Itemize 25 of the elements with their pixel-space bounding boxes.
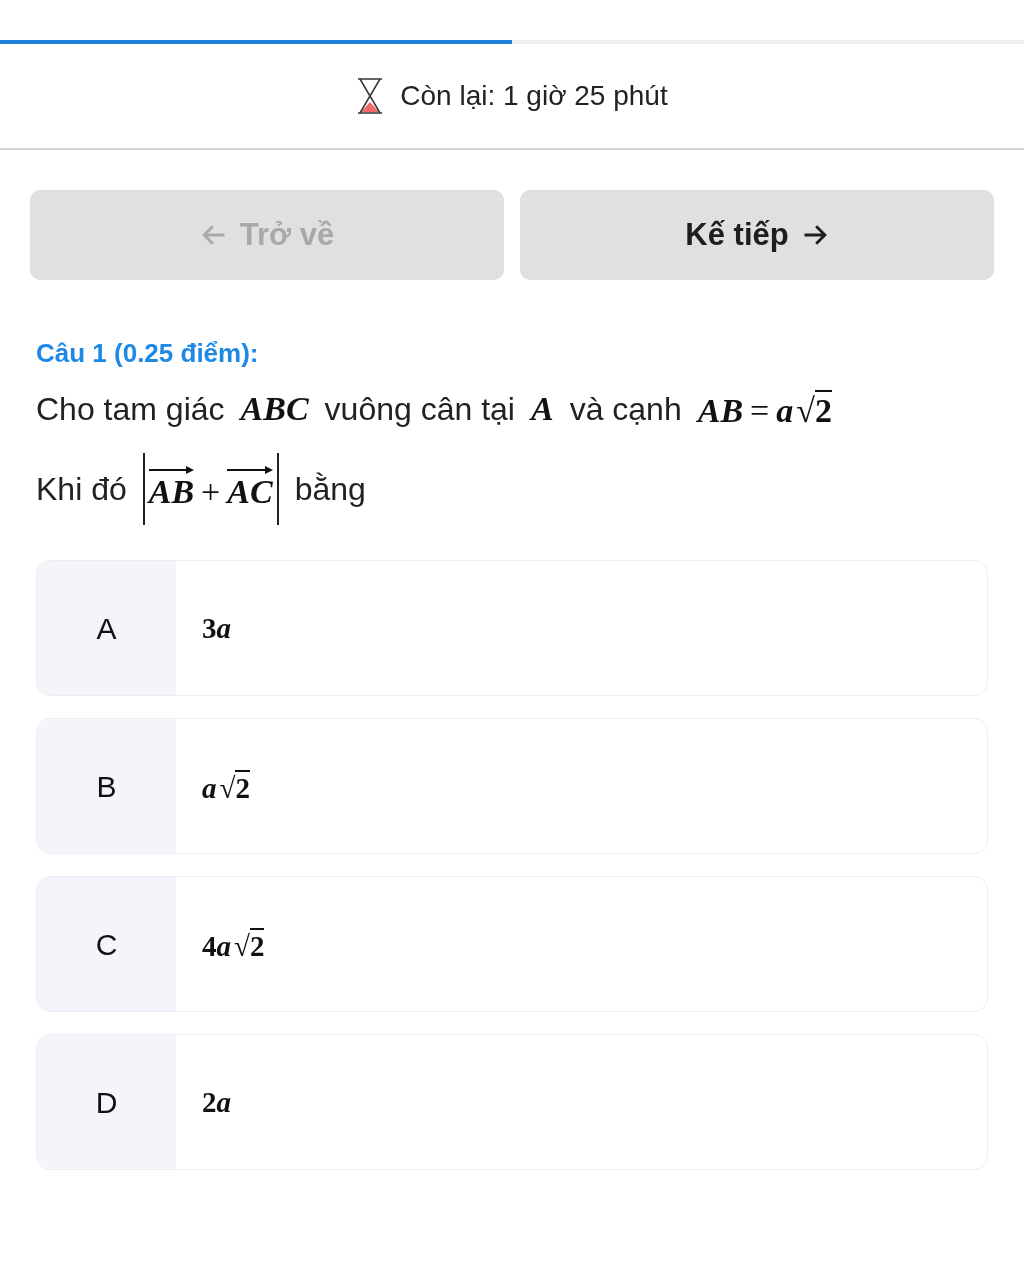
time-remaining-text: Còn lại: 1 giờ 25 phút — [400, 79, 668, 113]
option-letter: D — [37, 1035, 176, 1170]
option-letter: B — [37, 719, 176, 854]
answer-formula: a√2 — [202, 769, 250, 803]
question-text: và cạnh — [569, 390, 682, 430]
answer-formula: 2a — [202, 1087, 231, 1117]
question-title: Câu 1 (0.25 điểm): — [36, 338, 260, 370]
answer-option[interactable]: D 2a — [36, 1034, 988, 1171]
answer-formula: 3a — [202, 613, 231, 643]
answer-option[interactable]: B a√2 — [36, 718, 988, 855]
option-letter: C — [37, 877, 176, 1012]
next-button[interactable]: Kế tiếp — [520, 190, 994, 280]
math-formula: AB + AC — [142, 453, 279, 526]
answer-formula: 4a√2 — [202, 927, 265, 961]
question-text: bằng — [294, 470, 366, 510]
answer-option[interactable]: A 3a — [36, 560, 988, 697]
math-formula: AB = a√2 — [697, 390, 832, 429]
question-text: Cho tam giác — [36, 390, 225, 430]
hourglass-icon — [356, 78, 385, 114]
math-formula: A — [530, 392, 554, 427]
question-text: vuông cân tại — [324, 390, 515, 430]
answer-option[interactable]: C 4a√2 — [36, 876, 988, 1013]
question-text: Khi đó — [36, 470, 127, 510]
math-formula: ABC — [240, 392, 309, 427]
option-letter: A — [37, 561, 176, 696]
